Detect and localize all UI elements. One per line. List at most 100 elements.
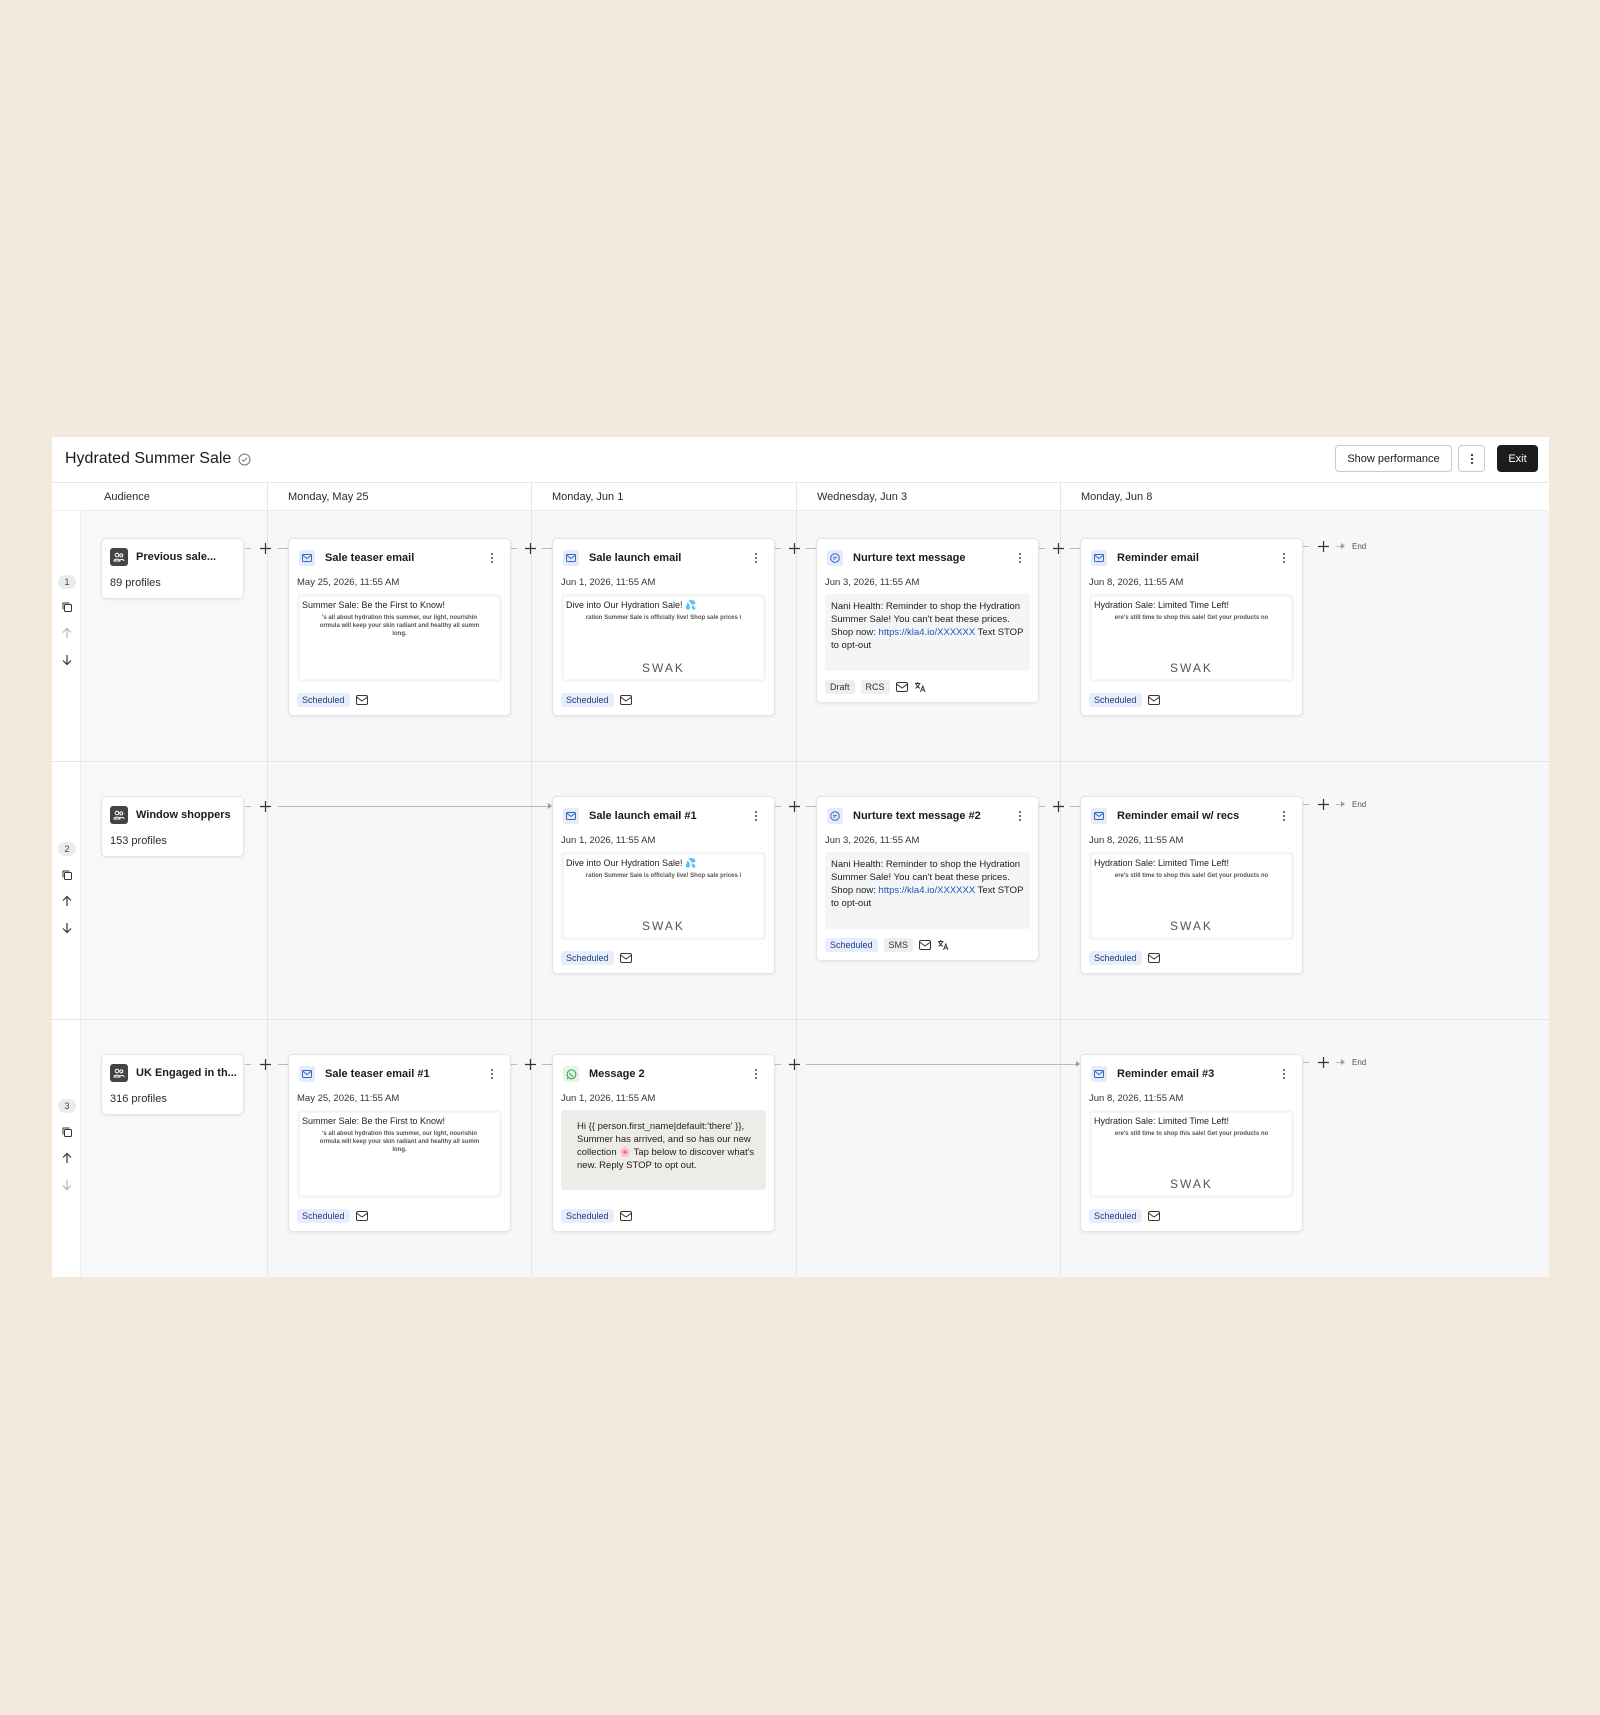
audience-column bbox=[81, 511, 267, 1277]
step-menu-kebab-icon[interactable] bbox=[1016, 809, 1024, 823]
sms-preview: Nani Health: Reminder to shop the Hydrat… bbox=[825, 852, 1030, 929]
email-step-card[interactable]: Sale launch email #1 Jun 1, 2026, 11:55 … bbox=[552, 796, 775, 974]
email-preview: Summer Sale: Be the First to Know! 's al… bbox=[297, 1110, 502, 1198]
step-menu-kebab-icon[interactable] bbox=[488, 551, 496, 565]
email-icon bbox=[563, 808, 579, 824]
step-title: Sale teaser email #1 bbox=[325, 1068, 430, 1080]
step-menu-kebab-icon[interactable] bbox=[1280, 551, 1288, 565]
email-step-card[interactable]: Reminder email w/ recs Jun 8, 2026, 11:5… bbox=[1080, 796, 1303, 974]
row-divider bbox=[52, 1019, 1549, 1020]
sms-step-card[interactable]: Nurture text message Jun 3, 2026, 11:55 … bbox=[816, 538, 1039, 703]
audience-card[interactable]: Window shoppers 153 profiles bbox=[101, 796, 244, 857]
email-icon bbox=[299, 550, 315, 566]
email-icon bbox=[1091, 1066, 1107, 1082]
whatsapp-step-card[interactable]: Message 2 Jun 1, 2026, 11:55 AM Hi {{ pe… bbox=[552, 1054, 775, 1232]
step-title: Sale teaser email bbox=[325, 552, 415, 564]
email-preview: Hydration Sale: Limited Time Left! ere's… bbox=[1089, 594, 1294, 682]
step-menu-kebab-icon[interactable] bbox=[488, 1067, 496, 1081]
add-step-plus-icon[interactable] bbox=[787, 1057, 802, 1072]
step-menu-kebab-icon[interactable] bbox=[1280, 1067, 1288, 1081]
sms-step-card[interactable]: Nurture text message #2 Jun 3, 2026, 11:… bbox=[816, 796, 1039, 961]
brand-logo: SWAK bbox=[642, 661, 685, 675]
email-preview: Dive into Our Hydration Sale! 💦 ration S… bbox=[561, 852, 766, 940]
connector-line bbox=[1070, 806, 1080, 807]
email-step-card[interactable]: Reminder email #3 Jun 8, 2026, 11:55 AM … bbox=[1080, 1054, 1303, 1232]
duplicate-row-icon[interactable] bbox=[60, 868, 74, 882]
show-performance-button[interactable]: Show performance bbox=[1335, 445, 1452, 472]
whatsapp-preview: Hi {{ person.first_name|default:'there' … bbox=[561, 1110, 766, 1190]
email-step-card[interactable]: Reminder email Jun 8, 2026, 11:55 AM Hyd… bbox=[1080, 538, 1303, 716]
step-date: Jun 8, 2026, 11:55 AM bbox=[1089, 835, 1184, 846]
exit-button[interactable]: Exit bbox=[1497, 445, 1538, 472]
add-step-plus-icon[interactable] bbox=[787, 541, 802, 556]
row-divider bbox=[52, 761, 1549, 762]
connector-line bbox=[1070, 548, 1080, 549]
row-number: 3 bbox=[58, 1099, 76, 1113]
add-step-plus-icon[interactable] bbox=[1051, 799, 1066, 814]
add-step-plus-icon[interactable] bbox=[258, 541, 273, 556]
end-label: End bbox=[1352, 1058, 1367, 1067]
step-menu-kebab-icon[interactable] bbox=[1016, 551, 1024, 565]
email-step-card[interactable]: Sale launch email Jun 1, 2026, 11:55 AM … bbox=[552, 538, 775, 716]
audience-card[interactable]: UK Engaged in th... 316 profiles bbox=[101, 1054, 244, 1115]
step-date: Jun 8, 2026, 11:55 AM bbox=[1089, 577, 1184, 588]
status-badge: Scheduled bbox=[1089, 951, 1142, 965]
email-subject: Dive into Our Hydration Sale! 💦 bbox=[566, 600, 697, 610]
sms-link[interactable]: https://kla4.io/XXXXXX bbox=[879, 627, 976, 638]
step-date: Jun 8, 2026, 11:55 AM bbox=[1089, 1093, 1184, 1104]
step-menu-kebab-icon[interactable] bbox=[752, 809, 760, 823]
step-title: Reminder email bbox=[1117, 552, 1199, 564]
sms-link[interactable]: https://kla4.io/XXXXXX bbox=[879, 885, 976, 896]
add-step-plus-icon[interactable] bbox=[258, 1057, 273, 1072]
journey-grid: 1 Previous sale... 89 profiles End Sale … bbox=[52, 483, 1549, 1277]
move-up-icon[interactable] bbox=[60, 894, 74, 908]
add-step-plus-icon[interactable] bbox=[523, 1057, 538, 1072]
move-down-icon[interactable] bbox=[60, 921, 74, 935]
add-step-plus-icon[interactable] bbox=[523, 541, 538, 556]
email-preview: Summer Sale: Be the First to Know! 's al… bbox=[297, 594, 502, 682]
step-menu-kebab-icon[interactable] bbox=[1280, 809, 1288, 823]
connector-line bbox=[542, 548, 552, 549]
verified-check-icon bbox=[238, 453, 251, 466]
duplicate-row-icon[interactable] bbox=[60, 1125, 74, 1139]
step-date: Jun 1, 2026, 11:55 AM bbox=[561, 835, 656, 846]
email-step-card[interactable]: Sale teaser email May 25, 2026, 11:55 AM… bbox=[288, 538, 511, 716]
audience-count: 316 profiles bbox=[110, 1093, 167, 1105]
column-header-audience: Audience bbox=[104, 491, 150, 503]
step-date: Jun 3, 2026, 11:55 AM bbox=[825, 577, 920, 588]
column-header-date: Wednesday, Jun 3 bbox=[817, 491, 908, 503]
email-subject: Hydration Sale: Limited Time Left! bbox=[1094, 600, 1230, 610]
step-menu-kebab-icon[interactable] bbox=[752, 551, 760, 565]
duplicate-row-icon[interactable] bbox=[60, 600, 74, 614]
move-up-icon[interactable] bbox=[60, 1151, 74, 1165]
step-date: Jun 1, 2026, 11:55 AM bbox=[561, 1093, 656, 1104]
email-status-icon bbox=[355, 1210, 368, 1222]
audience-group-icon bbox=[110, 548, 128, 566]
email-body-snippet: ere's still time to shop this sale! Get … bbox=[1092, 614, 1291, 622]
email-subject: Hydration Sale: Limited Time Left! bbox=[1094, 858, 1230, 868]
email-status-icon bbox=[619, 952, 632, 964]
email-icon bbox=[1091, 808, 1107, 824]
audience-group-icon bbox=[110, 806, 128, 824]
add-step-plus-icon[interactable] bbox=[258, 799, 273, 814]
translate-icon bbox=[914, 681, 926, 693]
add-step-plus-icon[interactable] bbox=[1316, 1055, 1331, 1070]
column-divider bbox=[796, 483, 797, 1277]
move-down-icon[interactable] bbox=[60, 1178, 74, 1192]
email-step-card[interactable]: Sale teaser email #1 May 25, 2026, 11:55… bbox=[288, 1054, 511, 1232]
email-preview: Hydration Sale: Limited Time Left! ere's… bbox=[1089, 852, 1294, 940]
move-down-icon[interactable] bbox=[60, 653, 74, 667]
step-title: Nurture text message bbox=[853, 552, 966, 564]
connector-line bbox=[278, 548, 288, 549]
add-step-plus-icon[interactable] bbox=[1316, 539, 1331, 554]
add-step-plus-icon[interactable] bbox=[1316, 797, 1331, 812]
status-badge: Scheduled bbox=[561, 693, 614, 707]
audience-card[interactable]: Previous sale... 89 profiles bbox=[101, 538, 244, 599]
more-options-button[interactable] bbox=[1458, 445, 1485, 472]
add-step-plus-icon[interactable] bbox=[787, 799, 802, 814]
add-step-plus-icon[interactable] bbox=[1051, 541, 1066, 556]
move-up-icon[interactable] bbox=[60, 626, 74, 640]
end-label: End bbox=[1352, 800, 1367, 809]
step-menu-kebab-icon[interactable] bbox=[752, 1067, 760, 1081]
connector-line bbox=[278, 1064, 288, 1065]
